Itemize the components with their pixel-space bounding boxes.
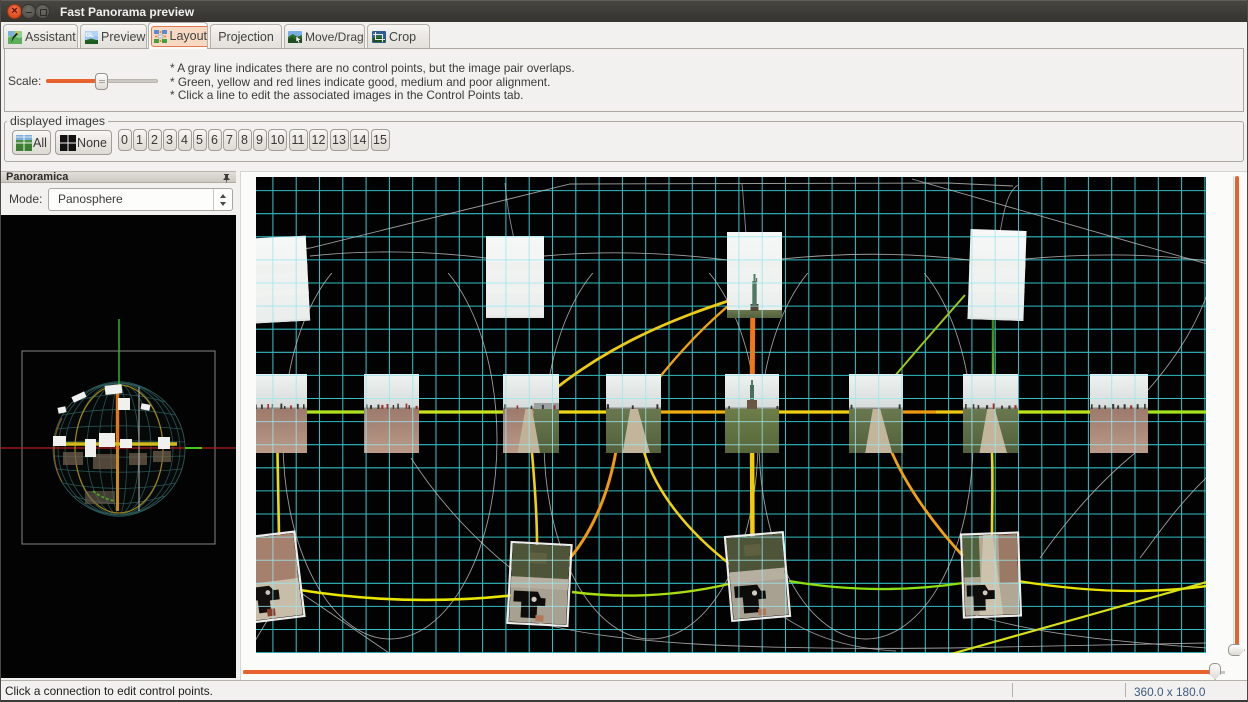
svg-text:GL: GL <box>86 33 95 39</box>
